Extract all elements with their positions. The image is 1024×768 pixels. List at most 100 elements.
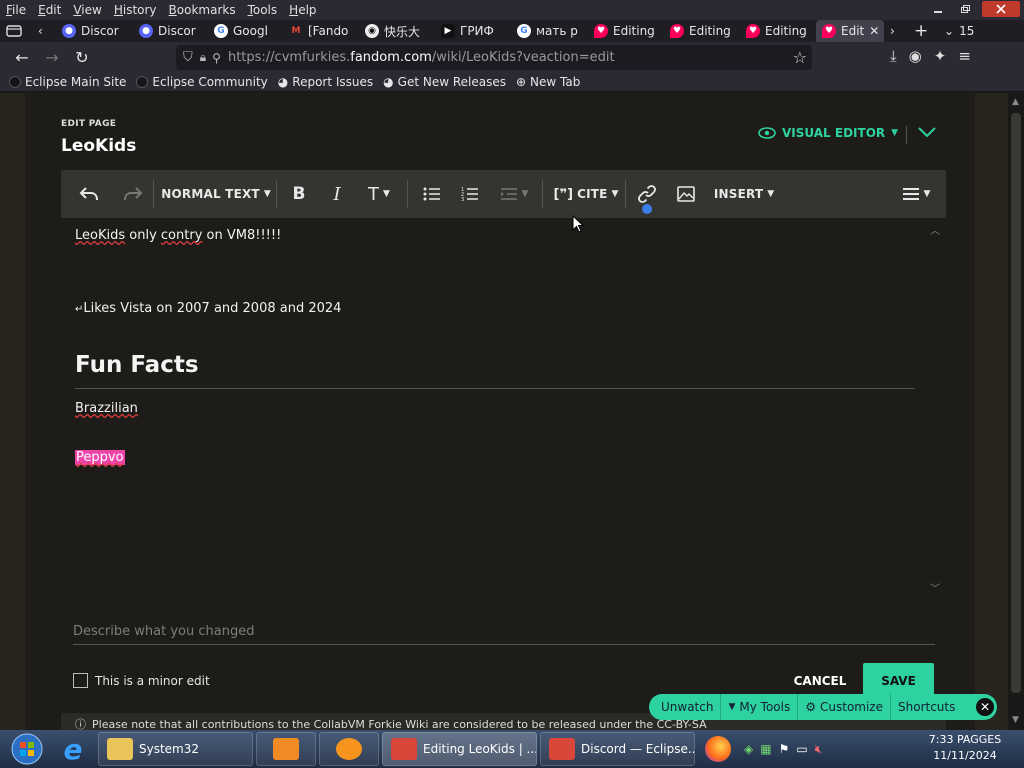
insert-dropdown[interactable]: INSERT ▼ — [710, 170, 778, 218]
tab-8[interactable]: ♥ Editing — [664, 20, 740, 42]
taskbar-item-media-player[interactable] — [256, 732, 316, 766]
content-line-2: ↵Likes Vista on 2007 and 2008 and 2024 — [75, 301, 342, 316]
taskbar-item-editing-leokids[interactable]: Editing LeoKids | ... — [382, 732, 537, 766]
tab-2[interactable]: G Googl — [208, 20, 283, 42]
taskbar-item-discord[interactable]: Discord — Eclipse... — [540, 732, 695, 766]
scroll-down-icon[interactable]: ▼ — [1012, 715, 1019, 725]
bookmark-star-icon[interactable]: ☆ — [793, 48, 807, 67]
chevron-left-icon: ‹ — [38, 24, 43, 38]
page-scrollbar[interactable]: ▲ ▼ — [1008, 93, 1024, 730]
unwatch-button[interactable]: Unwatch — [649, 694, 722, 720]
volume-muted-icon[interactable]: 🔇︎ — [815, 742, 823, 757]
permissions-icon[interactable]: ⚲ — [212, 51, 221, 65]
cite-dropdown[interactable]: [❞] CITE ▼ — [553, 170, 619, 218]
tab-4[interactable]: ◉ 快乐大 — [359, 20, 435, 42]
bookmark-eclipse-main[interactable]: Eclipse Main Site — [4, 75, 131, 89]
restore-button[interactable] — [952, 1, 978, 17]
content-scroll-up-icon[interactable]: ︿ — [930, 222, 940, 237]
menu-file[interactable]: File — [0, 3, 32, 17]
scrollbar-thumb[interactable] — [1011, 113, 1021, 693]
customize-button[interactable]: ⚙ Customize — [798, 694, 891, 720]
plus-icon: + — [914, 21, 929, 41]
minimize-button[interactable] — [925, 1, 951, 17]
link-button[interactable] — [632, 170, 662, 218]
tab-scroll-right-button[interactable]: › — [884, 20, 908, 42]
toolbar-right: ⤓ ◉ ✦ ≡ — [890, 47, 971, 65]
url-bar[interactable]: ⛉ 🔒︎ ⚲ https://cvmfurkies.fandom.com/wik… — [176, 45, 812, 70]
content-scroll-down-icon[interactable]: ﹀ — [930, 580, 940, 595]
indent-dropdown[interactable]: ▼ — [490, 170, 538, 218]
editor-content[interactable]: LeoKids only contry on VM8!!!!! ↵Likes V… — [75, 228, 915, 318]
menu-view[interactable]: View — [67, 3, 107, 17]
back-button[interactable]: ← — [7, 44, 37, 70]
italic-button[interactable]: I — [317, 170, 357, 218]
taskbar-item-system32[interactable]: System32 — [98, 732, 253, 766]
text-style-dropdown[interactable]: T ▼ — [357, 170, 401, 218]
devices-icon[interactable]: ▦ — [760, 742, 771, 757]
lock-icon[interactable]: 🔒︎ — [200, 50, 206, 65]
shield-icon[interactable]: ⛉ — [183, 50, 193, 65]
close-tab-icon[interactable]: ✕ — [869, 24, 879, 38]
bookmark-eclipse-community[interactable]: Eclipse Community — [131, 75, 272, 89]
forward-button[interactable]: → — [37, 44, 67, 70]
paragraph-format-dropdown[interactable]: NORMAL TEXT ▼ — [160, 170, 272, 218]
tab-7[interactable]: ♥ Editing — [588, 20, 664, 42]
tab-list-button[interactable] — [0, 20, 32, 42]
tab-9[interactable]: ♥ Editing — [740, 20, 816, 42]
close-tools-bar-button[interactable]: ✕ — [974, 696, 996, 718]
edit-summary-input[interactable]: Describe what you changed — [73, 619, 935, 645]
hamburger-menu-icon[interactable]: ≡ — [958, 47, 971, 65]
extensions-icon[interactable]: ✦ — [934, 47, 947, 65]
ie-quicklaunch-icon[interactable]: e — [48, 733, 98, 766]
bullet-list-button[interactable] — [414, 170, 450, 218]
firefox-quicklaunch-icon[interactable] — [698, 736, 738, 762]
menu-bar: File Edit View History Bookmarks Tools H… — [0, 0, 1024, 20]
reload-icon: ↻ — [75, 47, 89, 67]
cancel-button[interactable]: CANCEL — [785, 669, 855, 693]
tab-0[interactable]: ● Discor — [56, 20, 133, 42]
my-tools-dropdown[interactable]: ▼ My Tools — [721, 694, 799, 720]
start-button[interactable] — [6, 731, 48, 767]
tab-3[interactable]: M [Fando — [283, 20, 359, 42]
redo-button[interactable] — [117, 170, 149, 218]
caret-down-icon: ▼ — [767, 189, 775, 199]
bookmark-get-new-releases[interactable]: ◕ Get New Releases — [378, 75, 511, 89]
shortcuts-button[interactable]: Shortcuts — [891, 694, 962, 720]
tab-5[interactable]: ▶ ГРИФ — [435, 20, 511, 42]
undo-button[interactable] — [61, 170, 117, 218]
account-icon[interactable]: ◉ — [909, 47, 922, 65]
menu-bookmarks[interactable]: Bookmarks — [163, 3, 242, 17]
list-all-tabs-button[interactable]: ⌄ 15 — [938, 20, 978, 42]
taskbar-clock[interactable]: 7:33 PAGGES 11/11/2024 — [920, 732, 1010, 764]
taskbar-item-uc-browser[interactable] — [319, 732, 379, 766]
collapse-button[interactable] — [917, 124, 937, 143]
tab-scroll-left-button[interactable]: ‹ — [32, 20, 56, 42]
tab-6[interactable]: Gмать р — [511, 20, 588, 42]
download-icon[interactable]: ⤓ — [890, 47, 897, 65]
close-window-button[interactable] — [982, 1, 1020, 17]
menu-help[interactable]: Help — [283, 3, 322, 17]
tab-1[interactable]: ● Discor — [133, 20, 208, 42]
menu-edit[interactable]: Edit — [32, 3, 67, 17]
visual-editor-switch[interactable]: VISUAL EDITOR ▼ — [758, 126, 898, 140]
display-icon[interactable]: ▭ — [796, 742, 807, 757]
gmail-icon: M — [291, 26, 301, 36]
minor-edit-checkbox[interactable]: This is a minor edit — [73, 673, 210, 688]
image-button[interactable] — [662, 170, 710, 218]
menu-tools[interactable]: Tools — [242, 3, 284, 17]
fandom-icon: ♥ — [822, 24, 836, 38]
menu-history[interactable]: History — [108, 3, 163, 17]
bold-button[interactable]: B — [281, 170, 317, 218]
tab-10-active[interactable]: ♥ Edit ✕ — [816, 20, 884, 42]
numbered-list-button[interactable]: 123 — [450, 170, 490, 218]
more-options-dropdown[interactable]: ▼ — [896, 170, 936, 218]
reload-button[interactable]: ↻ — [67, 44, 97, 70]
toolbar-separator — [153, 180, 154, 208]
scroll-up-icon[interactable]: ▲ — [1012, 97, 1019, 107]
checkbox-box[interactable] — [73, 673, 88, 688]
action-center-flag-icon[interactable]: ⚑ — [779, 742, 790, 757]
new-tab-button[interactable]: + — [908, 20, 938, 42]
bookmark-new-tab[interactable]: ⊕ New Tab — [511, 75, 585, 89]
bookmark-report-issues[interactable]: ◕ Report Issues — [273, 75, 378, 89]
network-icon[interactable]: ◈ — [744, 742, 753, 757]
